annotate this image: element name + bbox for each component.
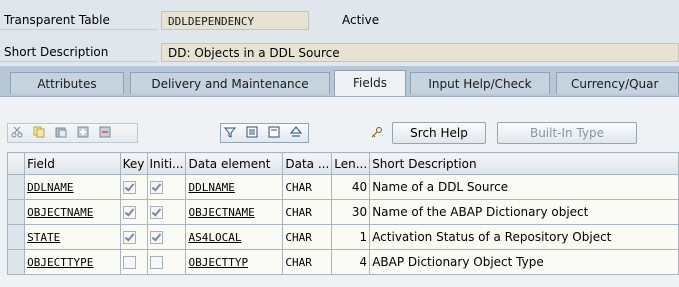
data-type-cell[interactable]: CHAR [282, 224, 333, 250]
table-row: OBJECTNAME OBJECTNAME CHAR 30 Name of th… [6, 199, 679, 225]
short-description-cell[interactable]: Name of the ABAP Dictionary object [369, 199, 679, 225]
data-element-cell[interactable]: AS4LOCAL [185, 224, 284, 250]
row-selector[interactable] [6, 224, 26, 250]
length-cell[interactable]: 1 [331, 224, 371, 250]
column-header-field[interactable]: Field [24, 152, 121, 175]
tab-delivery-and-maintenance[interactable]: Delivery and Maintenance [130, 72, 330, 94]
initial-checkbox[interactable] [146, 224, 187, 250]
top-strip [0, 0, 679, 10]
data-type-cell[interactable]: CHAR [282, 199, 333, 225]
initial-checkbox[interactable] [146, 174, 187, 200]
field-cell[interactable]: STATE [24, 224, 121, 250]
insert-row-icon[interactable] [74, 123, 93, 143]
status-text: Active [342, 13, 380, 27]
key-checkbox[interactable] [119, 199, 148, 225]
data-element-cell[interactable]: OBJECTTYP [185, 249, 284, 275]
tab-currency-quantity[interactable]: Currency/Quar [556, 72, 679, 94]
fields-grid: Field Key Initi... Data element Data ...… [6, 152, 679, 275]
field-cell[interactable]: OBJECTTYPE [24, 249, 121, 275]
row-selector[interactable] [6, 174, 26, 200]
filter-icon[interactable] [221, 123, 240, 143]
grid-header-row: Field Key Initi... Data element Data ...… [6, 152, 679, 175]
length-cell[interactable]: 40 [331, 174, 371, 200]
built-in-type-button[interactable]: Built-In Type [497, 122, 637, 144]
column-header-key[interactable]: Key [119, 152, 148, 175]
length-cell[interactable]: 4 [331, 249, 371, 275]
data-type-cell[interactable]: CHAR [282, 174, 333, 200]
table-row: OBJECTTYPE OBJECTTYP CHAR 4 ABAP Diction… [6, 249, 679, 275]
tab-input-help-check[interactable]: Input Help/Check [410, 72, 550, 94]
key-checkbox[interactable] [119, 174, 148, 200]
paste-icon[interactable] [52, 123, 71, 143]
deselect-icon[interactable] [265, 123, 284, 143]
short-description-cell[interactable]: Activation Status of a Repository Object [369, 224, 679, 250]
row-selector[interactable] [6, 199, 26, 225]
table-type-row: Transparent Table DDLDEPENDENCY Active [0, 10, 679, 30]
column-header-data-type[interactable]: Data ... [282, 152, 333, 175]
short-description-label: Short Description [0, 42, 158, 62]
column-header-short-description[interactable]: Short Description [369, 152, 679, 175]
column-header-initial[interactable]: Initi... [146, 152, 187, 175]
sort-icon[interactable] [287, 123, 306, 143]
tab-fields[interactable]: Fields [334, 70, 406, 96]
data-element-cell[interactable]: OBJECTNAME [185, 199, 284, 225]
short-description-row: Short Description DD: Objects in a DDL S… [0, 42, 679, 62]
key-checkbox[interactable] [119, 249, 148, 275]
cut-icon[interactable] [8, 123, 27, 143]
delete-row-icon[interactable] [96, 123, 115, 143]
copy-icon[interactable] [30, 123, 49, 143]
search-help-button[interactable]: Srch Help [392, 122, 486, 144]
select-block-icon[interactable] [243, 123, 262, 143]
table-name-field[interactable]: DDLDEPENDENCY [161, 11, 309, 30]
initial-checkbox[interactable] [146, 249, 187, 275]
column-header-length[interactable]: Len... [331, 152, 371, 175]
field-cell[interactable]: OBJECTNAME [24, 199, 121, 225]
row-selector-header[interactable] [6, 152, 26, 175]
key-checkbox[interactable] [119, 224, 148, 250]
table-type-label: Transparent Table [0, 10, 158, 30]
table-row: STATE AS4LOCAL CHAR 1 Activation Status … [6, 224, 679, 250]
tab-attributes[interactable]: Attributes [10, 72, 124, 94]
data-element-cell[interactable]: DDLNAME [185, 174, 284, 200]
field-cell[interactable]: DDLNAME [24, 174, 121, 200]
short-description-field[interactable]: DD: Objects in a DDL Source [161, 43, 679, 62]
table-row: DDLNAME DDLNAME CHAR 40 Name of a DDL So… [6, 174, 679, 200]
foreign-key-icon[interactable] [368, 123, 387, 143]
short-description-cell[interactable]: ABAP Dictionary Object Type [369, 249, 679, 275]
initial-checkbox[interactable] [146, 199, 187, 225]
column-header-data-element[interactable]: Data element [185, 152, 284, 175]
row-selector[interactable] [6, 249, 26, 275]
data-type-cell[interactable]: CHAR [282, 249, 333, 275]
length-cell[interactable]: 30 [331, 199, 371, 225]
short-description-cell[interactable]: Name of a DDL Source [369, 174, 679, 200]
